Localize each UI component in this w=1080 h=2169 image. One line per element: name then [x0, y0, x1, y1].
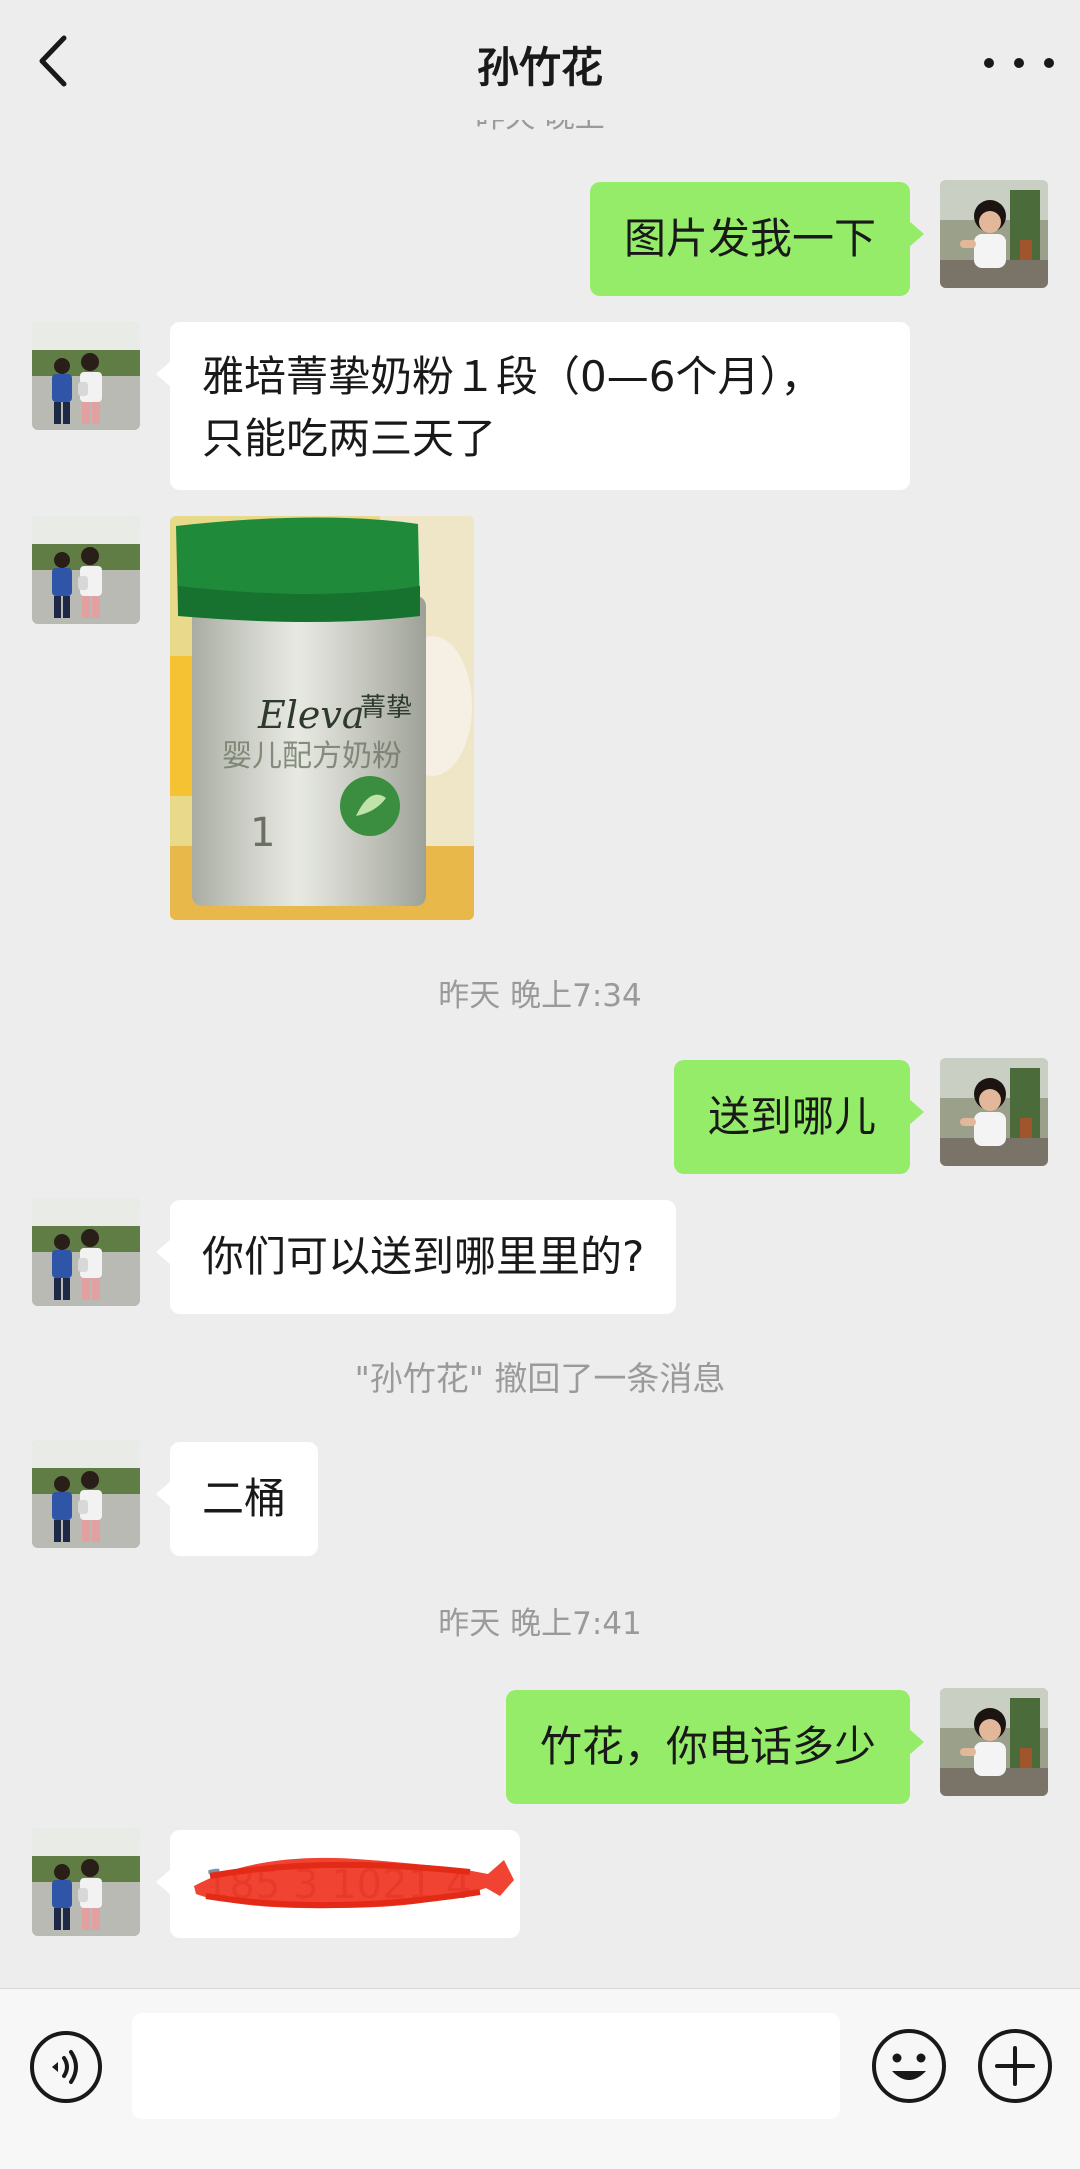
avatar-image — [32, 1828, 140, 1936]
avatar-image — [32, 516, 140, 624]
svg-text:1: 1 — [250, 810, 275, 856]
my-avatar[interactable] — [940, 1058, 1048, 1166]
message-bubble-outgoing[interactable]: 图片发我一下 — [589, 182, 925, 296]
message-bubble-incoming[interactable]: 雅培菁挚奶粉１段（0—6个月）， 只能吃两三天了 — [156, 322, 910, 490]
message-text: 二桶 — [202, 1474, 287, 1523]
avatar-image — [32, 1440, 140, 1548]
emoji-icon — [872, 2029, 946, 2103]
formula-can-photo: Eleva 菁挚 婴儿配方奶粉 1 — [170, 516, 474, 920]
my-avatar[interactable] — [940, 1688, 1048, 1796]
recall-notice: "孙竹花" 撤回了一条消息 — [354, 1359, 726, 1398]
avatar-image — [940, 1688, 1048, 1796]
can-subtitle-text: 婴儿配方奶粉 — [222, 739, 402, 774]
more-functions-button[interactable] — [976, 2027, 1054, 2105]
contact-avatar[interactable] — [32, 516, 140, 624]
timestamp: 昨天 晚上7:34 — [438, 978, 642, 1014]
message-text: 送到哪儿 — [707, 1092, 876, 1141]
timestamp: 昨天 晚上7:41 — [438, 1606, 642, 1642]
contact-avatar[interactable] — [32, 322, 140, 430]
can-brand-text: Eleva — [257, 693, 365, 737]
emoji-button[interactable] — [870, 2027, 948, 2105]
chat-title: 孙竹花 — [476, 43, 603, 92]
message-bubble-incoming[interactable]: 185 3 1021 4 — [156, 1830, 520, 1938]
message-bubble-outgoing[interactable]: 竹花，你电话多少 — [505, 1690, 925, 1804]
avatar-image — [32, 1198, 140, 1306]
my-avatar[interactable] — [940, 180, 1048, 288]
message-text: 你们可以送到哪里里的? — [202, 1232, 645, 1281]
contact-avatar[interactable] — [32, 1198, 140, 1306]
message-bubble-outgoing[interactable]: 送到哪儿 — [673, 1060, 925, 1174]
redaction-scribble — [194, 1857, 514, 1909]
can-name-text: 菁挚 — [360, 693, 412, 723]
more-dots-icon — [984, 58, 994, 68]
input-bar — [0, 1988, 1080, 2169]
message-bubble-incoming[interactable]: 你们可以送到哪里里的? — [155, 1200, 677, 1314]
avatar-image — [940, 180, 1048, 288]
top-bar: 孙竹花 — [0, 0, 1080, 120]
contact-avatar[interactable] — [32, 1828, 140, 1936]
avatar-image — [940, 1058, 1048, 1166]
message-text-line: 只能吃两三天了 — [202, 414, 497, 463]
message-image[interactable]: Eleva 菁挚 婴儿配方奶粉 1 — [170, 516, 474, 920]
message-bubble-incoming[interactable]: 二桶 — [155, 1442, 319, 1556]
message-text-line: 雅培菁挚奶粉１段（0—6个月）， — [202, 352, 823, 401]
more-button[interactable] — [984, 38, 1054, 88]
plus-icon — [978, 2029, 1052, 2103]
voice-button[interactable] — [28, 2029, 104, 2105]
avatar-image — [32, 322, 140, 430]
message-text: 竹花，你电话多少 — [539, 1722, 876, 1771]
voice-icon — [30, 2031, 102, 2103]
message-text: 图片发我一下 — [623, 214, 876, 263]
message-input[interactable] — [132, 2013, 840, 2119]
contact-avatar[interactable] — [32, 1440, 140, 1548]
